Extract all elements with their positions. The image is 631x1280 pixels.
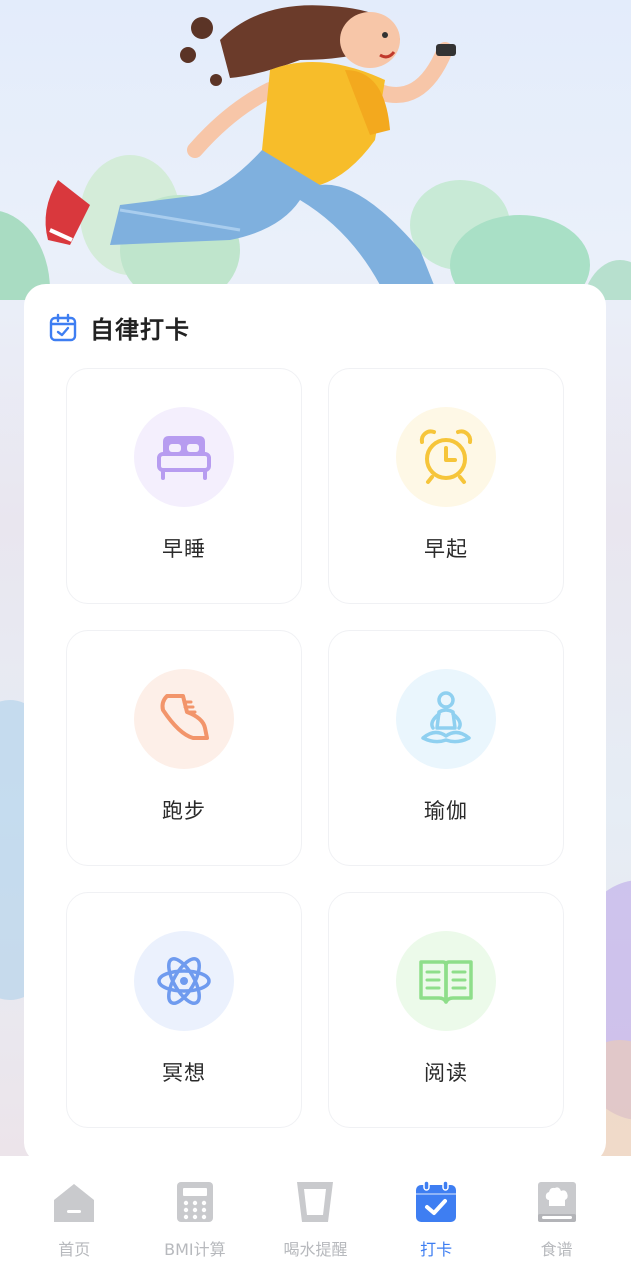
calendar-check-icon (49, 313, 77, 341)
habit-tile-sleep-early[interactable]: 早睡 (66, 368, 302, 604)
atom-icon (157, 957, 211, 1005)
calculator-icon (176, 1182, 213, 1222)
tab-label: 食谱 (540, 1240, 573, 1259)
habit-icon-circle (396, 931, 496, 1031)
tab-label: BMI计算 (164, 1240, 226, 1259)
habit-label: 跑步 (162, 799, 206, 823)
tab-label: 喝水提醒 (283, 1240, 348, 1259)
home-icon (54, 1184, 95, 1222)
habit-icon-circle (396, 669, 496, 769)
card-title: 自律打卡 (90, 316, 190, 344)
cup-icon (297, 1182, 334, 1222)
sneaker-icon (160, 694, 209, 740)
habit-icon-circle (134, 931, 234, 1031)
tab-label: 打卡 (420, 1240, 453, 1259)
habit-icon-circle (134, 407, 234, 507)
habit-tile-meditation[interactable]: 冥想 (66, 892, 302, 1128)
tab-recipes[interactable]: 食谱 (502, 1156, 612, 1260)
habit-label: 冥想 (162, 1061, 206, 1085)
habit-label: 瑜伽 (424, 799, 468, 823)
habit-tile-running[interactable]: 跑步 (66, 630, 302, 866)
tab-home[interactable]: 首页 (19, 1156, 129, 1260)
running-girl-illustration (0, 5, 631, 300)
habit-grid: 早睡 早起 跑步 瑜伽 冥想 阅读 (66, 368, 564, 1128)
check-in-card: 自律打卡 早睡 早起 跑步 瑜伽 冥想 阅读 (24, 284, 606, 1164)
alarm-clock-icon (419, 429, 473, 484)
open-book-icon (419, 960, 473, 1004)
card-header: 自律打卡 (48, 310, 190, 345)
recipe-book-icon (537, 1182, 576, 1222)
habit-tile-reading[interactable]: 阅读 (328, 892, 564, 1128)
tab-label: 首页 (58, 1240, 91, 1259)
bed-icon (157, 436, 211, 480)
tab-bmi[interactable]: BMI计算 (140, 1156, 250, 1260)
habit-icon-circle (396, 407, 496, 507)
calendar-check-icon (416, 1180, 457, 1222)
yoga-icon (421, 691, 471, 744)
tab-check-in[interactable]: 打卡 (381, 1156, 491, 1260)
habit-label: 阅读 (424, 1061, 468, 1085)
bottom-tab-bar: 首页 BMI计算 喝水提醒 打卡 食谱 (0, 1156, 631, 1280)
habit-label: 早睡 (162, 537, 206, 561)
habit-label: 早起 (424, 537, 468, 561)
habit-tile-yoga[interactable]: 瑜伽 (328, 630, 564, 866)
habit-icon-circle (134, 669, 234, 769)
habit-tile-wake-early[interactable]: 早起 (328, 368, 564, 604)
tab-water-reminder[interactable]: 喝水提醒 (260, 1156, 370, 1260)
